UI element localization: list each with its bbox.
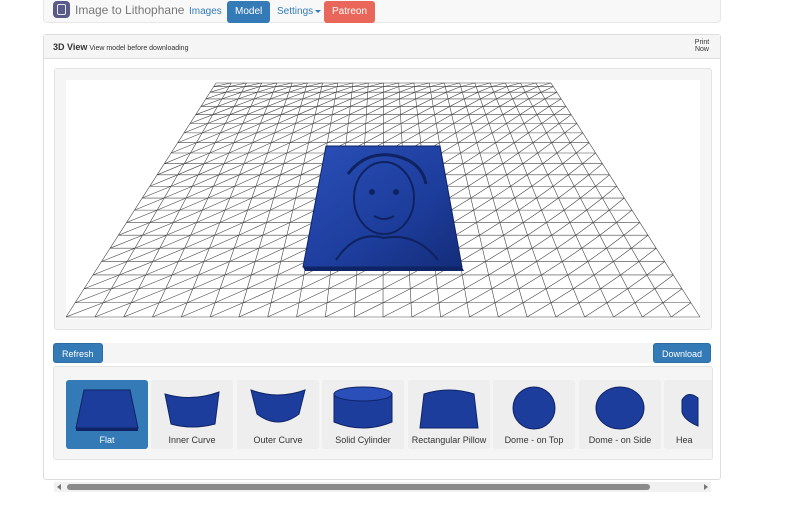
dome-side-icon (595, 386, 645, 430)
nav-patreon[interactable]: Patreon (324, 1, 376, 23)
shape-label: Outer Curve (253, 435, 303, 445)
lithophane-model (302, 145, 464, 271)
shape-rectangular-pillow[interactable]: Rectangular Pillow (408, 380, 490, 449)
nav-settings-label: Settings (277, 6, 314, 17)
nav-model[interactable]: Model (227, 1, 271, 23)
brand[interactable]: Image to Lithophane (53, 1, 184, 18)
3d-view-panel: 3D View View model before downloading Pri… (43, 34, 721, 492)
refresh-button[interactable]: Refresh (53, 343, 103, 363)
shape-label: Rectangular Pillow (411, 435, 487, 445)
model-toolbar: Refresh Download (53, 343, 711, 363)
shape-dome-top[interactable]: Dome - on Top (493, 380, 575, 449)
scrollbar-thumb[interactable] (67, 484, 650, 490)
rectangular-pillow-icon (419, 389, 479, 429)
shape-label: Dome - on Side (588, 435, 652, 445)
shape-outer-curve[interactable]: Outer Curve (237, 380, 319, 449)
shape-label: Hea (676, 435, 693, 445)
shape-solid-cylinder[interactable]: Solid Cylinder (322, 380, 404, 449)
top-navbar: Image to Lithophane Images Model Setting… (43, 0, 721, 23)
outer-curve-icon (250, 389, 306, 423)
dome-top-icon (512, 386, 556, 430)
flat-plate-icon (75, 389, 139, 431)
brand-logo-icon (53, 1, 70, 18)
shape-heart[interactable]: Hea (664, 380, 712, 449)
print-now-link[interactable]: Print Now (690, 39, 714, 53)
shape-selector: Flat Inner Curve Outer Curve Solid Cylin… (53, 366, 713, 460)
shape-label: Solid Cylinder (335, 435, 391, 445)
shape-label: Dome - on Top (504, 435, 564, 445)
panel-title-text: 3D View (53, 42, 88, 52)
heart-icon (681, 394, 699, 427)
3d-canvas[interactable] (66, 80, 700, 319)
download-button[interactable]: Download (652, 343, 711, 363)
solid-cylinder-icon (333, 386, 393, 429)
shape-dome-side[interactable]: Dome - on Side (579, 380, 661, 449)
inner-curve-icon (164, 391, 220, 428)
shape-flat[interactable]: Flat (66, 380, 148, 449)
shape-label: Inner Curve (168, 435, 216, 445)
shape-label: Flat (99, 435, 115, 445)
shape-inner-curve[interactable]: Inner Curve (151, 380, 233, 449)
scroll-right-icon[interactable] (704, 484, 708, 490)
horizontal-scrollbar[interactable] (54, 482, 711, 492)
scroll-left-icon[interactable] (57, 484, 61, 490)
viewer-well (54, 68, 712, 330)
nav-images[interactable]: Images (189, 1, 222, 23)
caret-down-icon (315, 9, 322, 13)
panel-subtitle: View model before downloading (89, 45, 189, 52)
brand-name: Image to Lithophane (75, 2, 185, 17)
nav-settings[interactable]: Settings (277, 1, 322, 23)
panel-title: 3D View View model before downloading (53, 42, 188, 52)
panel-heading: 3D View View model before downloading Pri… (44, 35, 720, 59)
